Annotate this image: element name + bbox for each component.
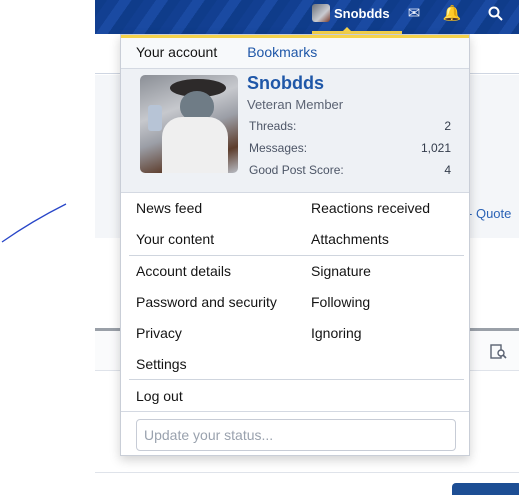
logout-link[interactable]: Log out [136, 388, 183, 404]
stat-value: 2 [444, 119, 451, 133]
menu-tabs: Your account Bookmarks [121, 38, 469, 69]
stat-threads: Threads: 2 [249, 119, 451, 133]
mail-icon[interactable]: ✉ [403, 3, 425, 23]
preview-icon[interactable] [490, 344, 508, 363]
menu-item-settings[interactable]: Settings [136, 356, 187, 372]
quote-label: Quote [475, 206, 512, 221]
search-icon[interactable] [484, 3, 506, 23]
stat-value: 1,021 [420, 141, 451, 155]
menu-pointer [340, 27, 354, 34]
tab-your-account[interactable]: Your account [121, 38, 232, 68]
avatar [312, 4, 330, 22]
menu-item-attachments[interactable]: Attachments [311, 231, 389, 247]
stat-good-post-score: Good Post Score: 4 [249, 163, 451, 177]
menu-item-following[interactable]: Following [311, 294, 370, 310]
menu-separator [121, 411, 469, 412]
divider [95, 472, 519, 473]
menu-item-account-details[interactable]: Account details [136, 263, 231, 279]
profile-avatar[interactable] [140, 75, 238, 173]
menu-item-news-feed[interactable]: News feed [136, 200, 202, 216]
menu-item-reactions-received[interactable]: Reactions received [311, 200, 430, 216]
top-navigation-bar: Snobdds ✉ 🔔 [95, 0, 519, 34]
menu-separator [129, 255, 464, 256]
profile-name[interactable]: Snobdds [247, 73, 324, 94]
stat-label: Messages: [249, 141, 308, 155]
quote-link[interactable]: - Quote [468, 206, 511, 221]
pen-scribble [1, 203, 67, 243]
tab-bookmarks[interactable]: Bookmarks [232, 38, 332, 68]
account-dropdown: Your account Bookmarks Snobdds Veteran M… [120, 34, 470, 456]
menu-item-your-content[interactable]: Your content [136, 231, 214, 247]
profile-card: Snobdds Veteran Member Threads: 2 Messag… [121, 69, 469, 193]
stat-label: Threads: [249, 119, 297, 133]
account-menu-trigger[interactable]: Snobdds [312, 3, 390, 23]
post-reply-button[interactable] [452, 483, 519, 495]
menu-item-password-security[interactable]: Password and security [136, 294, 277, 310]
status-update-input[interactable] [136, 419, 456, 451]
stat-value: 4 [444, 163, 451, 177]
stat-label: Good Post Score: [249, 163, 344, 177]
header-username: Snobdds [334, 5, 390, 21]
profile-user-title: Veteran Member [247, 97, 344, 112]
bell-icon[interactable]: 🔔 [441, 3, 463, 23]
menu-item-ignoring[interactable]: Ignoring [311, 325, 362, 341]
stat-messages: Messages: 1,021 [249, 141, 451, 155]
menu-item-privacy[interactable]: Privacy [136, 325, 182, 341]
menu-separator [129, 379, 464, 380]
menu-item-signature[interactable]: Signature [311, 263, 371, 279]
